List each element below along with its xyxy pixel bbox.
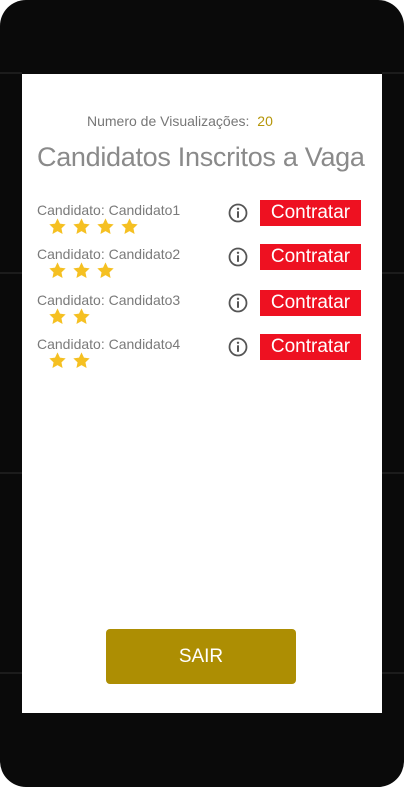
hire-button[interactable]: Contratar xyxy=(260,200,361,226)
star-icon xyxy=(96,261,115,280)
views-counter: Numero de Visualizações: 20 xyxy=(87,113,273,129)
frame-divider xyxy=(382,272,404,274)
views-label: Numero de Visualizações: xyxy=(87,113,250,129)
frame-divider xyxy=(382,472,404,474)
candidate-row: Candidato: Candidato2 Contratar xyxy=(22,244,382,286)
info-icon[interactable] xyxy=(227,336,249,358)
star-icon xyxy=(48,261,67,280)
frame-divider xyxy=(0,672,22,674)
frame-divider xyxy=(0,472,22,474)
device-frame: Numero de Visualizações: 20 Candidatos I… xyxy=(0,0,404,787)
star-icon xyxy=(72,351,91,370)
candidate-name: Candidato: Candidato3 xyxy=(37,292,181,308)
candidate-rating xyxy=(48,351,91,370)
hire-button[interactable]: Contratar xyxy=(260,244,361,270)
exit-button[interactable]: SAIR xyxy=(106,629,296,684)
star-icon xyxy=(48,307,67,326)
candidate-rating xyxy=(48,217,139,236)
frame-divider xyxy=(0,272,22,274)
star-icon xyxy=(72,261,91,280)
info-icon[interactable] xyxy=(227,246,249,268)
star-icon xyxy=(72,307,91,326)
star-icon xyxy=(48,217,67,236)
app-screen: Numero de Visualizações: 20 Candidatos I… xyxy=(22,74,382,713)
frame-divider xyxy=(382,672,404,674)
candidate-rating xyxy=(48,261,115,280)
hire-button[interactable]: Contratar xyxy=(260,290,361,316)
star-icon xyxy=(96,217,115,236)
star-icon xyxy=(72,217,91,236)
candidate-row: Candidato: Candidato4 Contratar xyxy=(22,334,382,376)
frame-divider xyxy=(382,72,404,74)
views-count: 20 xyxy=(257,113,273,129)
frame-divider xyxy=(0,72,22,74)
star-icon xyxy=(48,351,67,370)
candidate-rating xyxy=(48,307,91,326)
candidate-name: Candidato: Candidato2 xyxy=(37,246,181,262)
candidate-row: Candidato: Candidato3 Contratar xyxy=(22,290,382,332)
star-icon xyxy=(120,217,139,236)
candidate-row: Candidato: Candidato1 Contratar xyxy=(22,200,382,242)
info-icon[interactable] xyxy=(227,202,249,224)
hire-button[interactable]: Contratar xyxy=(260,334,361,360)
info-icon[interactable] xyxy=(227,292,249,314)
candidate-name: Candidato: Candidato1 xyxy=(37,202,181,218)
page-title: Candidatos Inscritos a Vaga xyxy=(37,142,365,172)
candidate-name: Candidato: Candidato4 xyxy=(37,336,181,352)
